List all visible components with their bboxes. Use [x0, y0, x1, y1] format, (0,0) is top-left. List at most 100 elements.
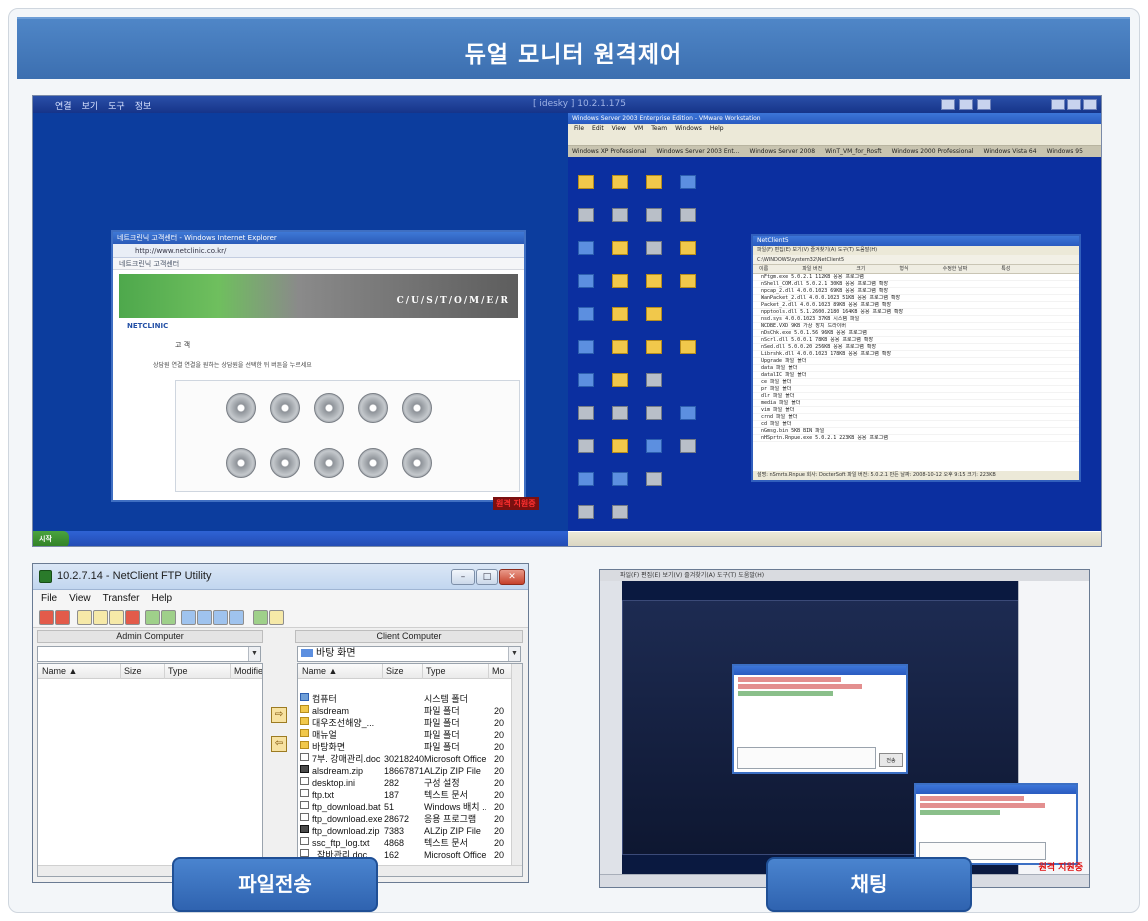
desktop-icon-tool[interactable] [680, 439, 696, 453]
desktop-icon-program[interactable] [578, 373, 594, 387]
desktop-icon-folder[interactable] [646, 175, 662, 189]
explorer-column[interactable]: 파일 버전 [802, 266, 822, 272]
desktop-icon-program[interactable] [578, 340, 594, 354]
agent-select-button[interactable] [402, 393, 432, 423]
file-row[interactable]: 매뉴얼 파일 폴더 20 [298, 729, 522, 741]
start-button[interactable]: 시작 [33, 531, 69, 546]
monitor-2-icon[interactable] [959, 99, 973, 110]
close-button[interactable] [1083, 99, 1097, 110]
desktop-icon-network[interactable] [578, 241, 594, 255]
admin-column-header[interactable]: Name ▲ [42, 666, 77, 676]
desktop-icon-tool[interactable] [612, 472, 628, 486]
explorer-column[interactable]: 크기 [856, 266, 865, 272]
explorer-file-row[interactable]: nFtgm.exe 5.0.2.1 112KB 응용 프로그램 [753, 274, 1079, 281]
client-vertical-scrollbar[interactable] [511, 664, 522, 876]
explorer-file-row[interactable]: ce 파일 폴더 [753, 379, 1079, 386]
file-row[interactable]: ftp.txt 187 텍스트 문서 20 [298, 789, 522, 801]
ftp-menu-item[interactable]: View [69, 590, 91, 608]
explorer-column-header[interactable]: 이름 파일 버전 크기 형식 수정한 날짜 특성 [753, 265, 1079, 274]
details-view-icon[interactable] [213, 610, 228, 625]
list-view-icon[interactable] [197, 610, 212, 625]
small-icons-view-icon[interactable] [181, 610, 196, 625]
admin-path-select[interactable]: ▼ [37, 646, 261, 662]
ie-address-bar[interactable]: http://www.netclinic.co.kr/ [113, 244, 524, 258]
desktop-icon-folder[interactable] [612, 373, 628, 387]
vmware-menu-item[interactable]: Edit [592, 125, 604, 132]
vmware-menu-item[interactable]: Team [651, 125, 667, 132]
desktop-icon-tool[interactable] [646, 439, 662, 453]
vmware-tab[interactable]: Windows Server 2008 [750, 148, 816, 155]
vmware-menu-item[interactable]: File [574, 125, 584, 132]
column-divider[interactable] [120, 664, 121, 679]
vmware-menu-item[interactable]: Help [710, 125, 724, 132]
column-divider[interactable] [230, 664, 231, 679]
explorer-file-row[interactable]: pr 파일 폴더 [753, 386, 1079, 393]
vmware-menu-item[interactable]: VM [634, 125, 643, 132]
explorer-file-row[interactable]: npptools.dll 5.1.2600.2180 164KB 응용 프로그램… [753, 309, 1079, 316]
desktop-icon-folder[interactable] [612, 340, 628, 354]
explorer-file-row[interactable]: dlr 파일 폴더 [753, 393, 1079, 400]
file-row[interactable]: ftp_download.zip 7383 ALZip ZIP File 20 [298, 825, 522, 837]
explorer-column[interactable]: 수정한 날짜 [943, 266, 968, 272]
desktop-icon-folder[interactable] [680, 340, 696, 354]
file-row[interactable]: ftp_download.exe 28672 응용 프로그램 20 [298, 813, 522, 825]
admin-list-header[interactable]: Name ▲ Size Type Modifie [38, 664, 262, 679]
explorer-file-row[interactable]: cd 파일 폴더 [753, 421, 1079, 428]
explorer-file-row[interactable]: nHSprtn.Rnpue.exe 5.0.2.1 223KB 응용 프로그램 [753, 435, 1079, 442]
new-folder-icon[interactable] [93, 610, 108, 625]
explorer-column[interactable]: 형식 [899, 266, 908, 272]
file-row[interactable]: desktop.ini 282 구성 설정 20 [298, 777, 522, 789]
desktop-icon-folder[interactable] [612, 175, 628, 189]
explorer-file-row[interactable]: vim 파일 폴더 [753, 407, 1079, 414]
file-row[interactable]: 7부. 강매관리.doc30218240Microsoft Office... 2… [298, 753, 522, 765]
file-row[interactable]: alsdream.zip 18667871 ALZip ZIP File 20 [298, 765, 522, 777]
agent-select-button[interactable] [314, 448, 344, 478]
ftp-menu-item[interactable]: Help [152, 590, 173, 608]
maximize-button[interactable]: □ [476, 569, 498, 585]
client-column-header[interactable]: Size [386, 666, 404, 676]
chat-send-button[interactable]: 전송 [879, 753, 903, 767]
ftp-menu-item[interactable]: File [41, 590, 57, 608]
delete-icon[interactable] [125, 610, 140, 625]
ie-tab[interactable]: 네트크린닉 고객센터 [113, 258, 524, 270]
explorer-file-row[interactable]: media 파일 폴더 [753, 400, 1079, 407]
remote-menu-item[interactable]: 보기 [82, 99, 99, 112]
explorer-file-row[interactable]: nScrl.dll 5.0.0.1 78KB 응용 프로그램 확장 [753, 337, 1079, 344]
column-divider[interactable] [422, 664, 423, 679]
explorer-file-row[interactable]: Librshk.dll 4.0.0.1023 178KB 응용 프로그램 확장 [753, 351, 1079, 358]
explorer-file-row[interactable]: nsd.sys 4.0.0.1023 37KB 시스템 파일 [753, 316, 1079, 323]
vmware-tab[interactable]: Windows Server 2003 Ent... [656, 148, 739, 155]
properties-icon[interactable] [161, 610, 176, 625]
desktop-icon-shortcut[interactable] [680, 208, 696, 222]
monitor-dual-icon[interactable] [977, 99, 991, 110]
admin-file-list[interactable]: Name ▲ Size Type Modifie [37, 663, 263, 877]
file-row[interactable]: ssc_ftp_log.txt 4868 텍스트 문서 20 [298, 837, 522, 849]
desktop-icon-ie[interactable] [578, 307, 594, 321]
folder-up-icon[interactable] [77, 610, 92, 625]
desktop-icon-folder[interactable] [646, 274, 662, 288]
desktop-icon-netclient[interactable] [612, 208, 628, 222]
desktop-icon-folder[interactable] [646, 340, 662, 354]
desktop-icon-folder[interactable] [646, 307, 662, 321]
minimize-button[interactable]: – [451, 569, 475, 585]
vmware-menu-item[interactable]: Windows [675, 125, 702, 132]
connect-icon[interactable] [39, 610, 54, 625]
vmware-tab[interactable]: Windows Vista 64 [984, 148, 1037, 155]
explorer-file-row[interactable]: WanPacket_2.dll 4.0.0.1023 51KB 응용 프로그램 … [753, 295, 1079, 302]
file-row[interactable]: 바탕화면 파일 폴더 20 [298, 741, 522, 753]
desktop-icon-shortcut[interactable] [646, 241, 662, 255]
desktop-icon-documents[interactable] [578, 175, 594, 189]
desktop-icon-folder[interactable] [612, 241, 628, 255]
desktop-icon-tool[interactable] [578, 439, 594, 453]
column-divider[interactable] [164, 664, 165, 679]
file-row[interactable]: 대우조선해양_... 파일 폴더 20 [298, 717, 522, 729]
explorer-file-row[interactable]: npcap_2.dll 4.0.0.1023 69KB 응용 프로그램 확장 [753, 288, 1079, 295]
vmware-tab[interactable]: Windows XP Professional [572, 148, 646, 155]
chevron-down-icon[interactable]: ▼ [248, 647, 260, 661]
desktop-icon-shortcut[interactable] [646, 208, 662, 222]
ftp-menu-item[interactable]: Transfer [103, 590, 140, 608]
desktop-icon-tool[interactable] [646, 373, 662, 387]
monitor-1-icon[interactable] [941, 99, 955, 110]
settings-icon[interactable] [253, 610, 268, 625]
agent-select-button[interactable] [358, 393, 388, 423]
